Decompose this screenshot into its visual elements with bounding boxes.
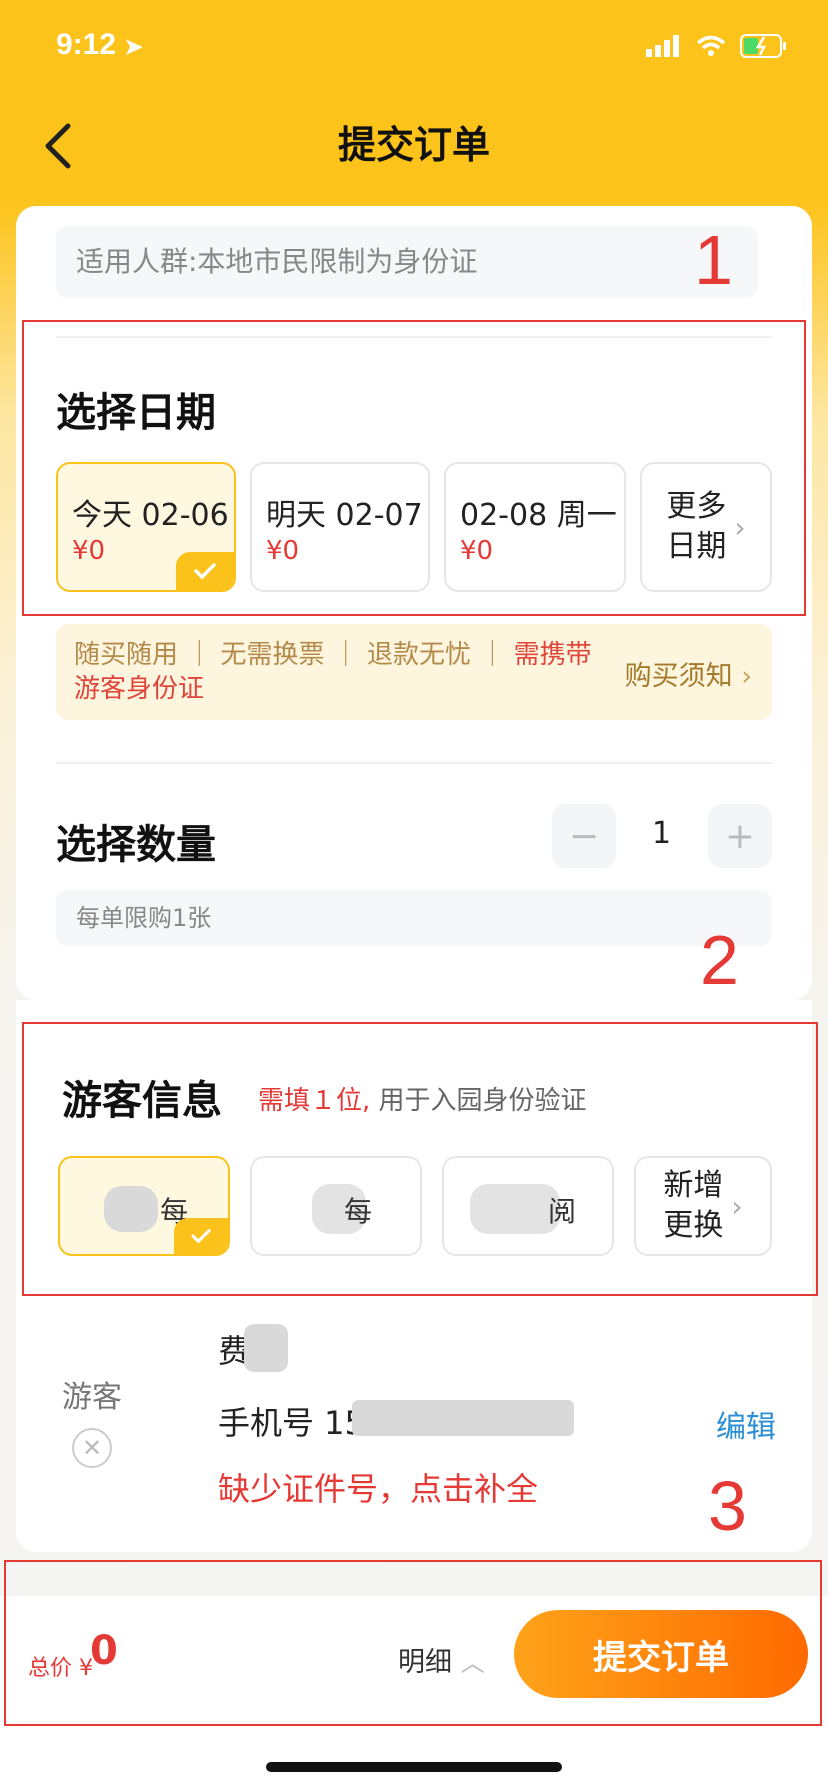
quantity-decrement-button[interactable]: − <box>552 804 616 868</box>
visitor-section-title: 游客信息 <box>62 1078 222 1124</box>
chevron-right-icon: › <box>741 661 752 692</box>
visitor-required-count: 需填１位, <box>258 1086 371 1116</box>
date-option-label: 明天 02-07 <box>266 498 423 533</box>
chevron-up-icon: ︿ <box>460 1649 485 1677</box>
add-change-visitor-button[interactable]: 新增 更换 › <box>634 1156 772 1256</box>
status-icons <box>646 34 788 58</box>
checkmark-icon <box>194 563 216 580</box>
check-badge <box>174 1218 228 1254</box>
blurred-phone <box>352 1400 574 1436</box>
quantity-value: 1 <box>652 816 672 851</box>
chevron-right-icon: › <box>731 1189 743 1223</box>
purchase-notes-link[interactable]: 购买须知 › <box>625 654 752 693</box>
location-arrow-icon: ➤ <box>124 34 143 59</box>
date-option-label: 今天 02-06 <box>72 498 229 533</box>
remove-traveler-button[interactable]: ✕ <box>72 1428 112 1468</box>
check-badge <box>176 552 234 590</box>
date-option-price: ¥0 <box>72 536 106 566</box>
more-dates-label: 更多 日期 <box>666 487 726 567</box>
date-option-today[interactable]: 今天 02-06 ¥0 <box>56 462 236 592</box>
annotation-number-3: 3 <box>708 1467 747 1545</box>
more-dates-button[interactable]: 更多 日期 › <box>640 462 772 592</box>
purchase-limit-note: 每单限购1张 <box>56 890 772 946</box>
ticket-notice-text: 随买随用 ｜ 无需换票 ｜ 退款无忧 ｜ 需携带游客身份证 <box>74 638 594 706</box>
change-line: 更换 <box>663 1208 724 1243</box>
add-line: 新增 <box>663 1168 724 1203</box>
ticket-notice-features: 随买随用 ｜ 无需换票 ｜ 退款无忧 ｜ <box>74 640 514 670</box>
quantity-increment-button[interactable]: + <box>708 804 772 868</box>
quantity-section-title: 选择数量 <box>56 822 216 868</box>
date-option-label: 02-08 周一 <box>460 498 617 533</box>
price-detail-label: 明细 <box>398 1647 452 1678</box>
home-indicator <box>266 1762 562 1772</box>
signal-icon <box>646 35 679 57</box>
add-change-label: 新增 更换 <box>663 1166 723 1246</box>
price-detail-toggle[interactable]: 明细 ︿ <box>398 1640 485 1679</box>
blurred-name <box>244 1324 288 1372</box>
chevron-right-icon: › <box>734 510 746 544</box>
visitor-name: 阅 <box>548 1195 577 1228</box>
applicable-notice: 适用人群:本地市民限制为身份证 <box>56 226 758 298</box>
divider <box>56 762 772 764</box>
traveler-phone: 手机号 15 <box>218 1404 365 1442</box>
total-price-label: 总价 ¥ <box>28 1656 93 1681</box>
date-option-price: ¥0 <box>266 536 300 566</box>
status-time: 9:12 ➤ <box>56 28 143 62</box>
visitor-option[interactable]: 每 <box>250 1156 422 1256</box>
visitor-name: 每 <box>344 1195 373 1228</box>
more-dates-line2: 日期 <box>666 529 727 564</box>
ticket-notice: 随买随用 ｜ 无需换票 ｜ 退款无忧 ｜ 需携带游客身份证 购买须知 › <box>56 624 772 720</box>
annotation-number-2: 2 <box>700 921 739 999</box>
page-title: 提交订单 <box>337 123 490 167</box>
blurred-name <box>104 1186 158 1232</box>
missing-id-warning[interactable]: 缺少证件号，点击补全 <box>218 1464 538 1510</box>
battery-icon <box>740 34 786 58</box>
blurred-name <box>470 1184 560 1234</box>
date-option-tomorrow[interactable]: 明天 02-07 ¥0 <box>250 462 430 592</box>
checkmark-icon <box>191 1229 211 1244</box>
wifi-icon <box>696 35 726 56</box>
purchase-notes-label: 购买须知 <box>624 661 733 692</box>
status-time-text: 9:12 <box>56 28 117 61</box>
close-icon: ✕ <box>81 1434 103 1462</box>
annotation-number-1: 1 <box>694 221 733 299</box>
total-price-value: 0 <box>90 1628 118 1674</box>
visitor-requirement: 需填１位, 用于入园身份验证 <box>258 1080 587 1117</box>
visitor-option[interactable]: 阅 <box>442 1156 614 1256</box>
submit-order-button[interactable]: 提交订单 <box>514 1610 808 1698</box>
edit-traveler-link[interactable]: 编辑 <box>716 1402 776 1446</box>
date-section-title: 选择日期 <box>56 390 216 436</box>
visitor-option[interactable]: 每 <box>58 1156 230 1256</box>
date-option-price: ¥0 <box>460 536 494 566</box>
more-dates-line1: 更多 <box>666 489 727 524</box>
traveler-label: 游客 <box>62 1380 122 1415</box>
visitor-hint: 用于入园身份验证 <box>378 1086 587 1116</box>
date-option-0208[interactable]: 02-08 周一 ¥0 <box>444 462 626 592</box>
